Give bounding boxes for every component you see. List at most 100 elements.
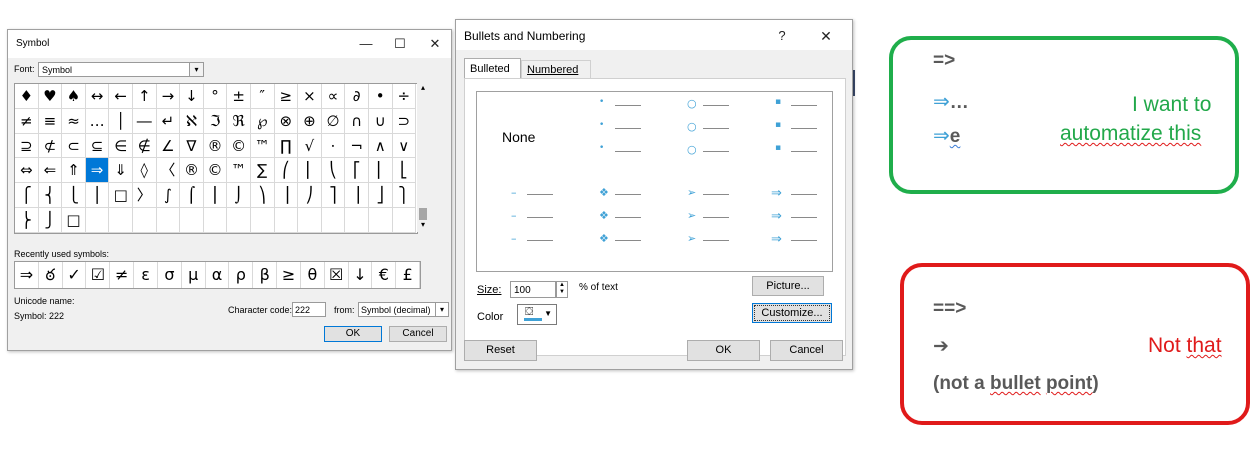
bullet-option-double-arrow[interactable]: ⇒ ⇒ ⇒ [741,181,829,269]
recent-symbol-cell[interactable]: ↓ [349,262,373,288]
bullets-ok-button[interactable]: OK [687,340,760,361]
symbol-cell[interactable]: ℜ [227,108,251,134]
symbol-cell[interactable] [85,207,110,233]
symbol-cell[interactable]: ℵ [180,108,204,134]
symbol-cell[interactable]: ⊄ [38,133,63,159]
bullet-option-dash[interactable]: – – – [477,181,565,269]
symbol-cell[interactable]: ♠ [62,84,86,109]
maximize-icon[interactable]: ☐ [386,34,414,54]
bullet-option-dot[interactable]: • • • [565,92,653,180]
symbol-cell[interactable]: ⌡ [227,183,251,208]
symbol-cell[interactable]: √ [298,133,322,159]
symbol-cell[interactable]: ± [227,84,251,109]
symbol-cell[interactable]: ℑ [203,108,228,134]
help-icon[interactable]: ? [768,26,796,46]
symbol-cell[interactable]: ― [132,108,157,134]
bullet-option-diamond[interactable]: ❖ ❖ ❖ [565,181,653,269]
symbol-cell[interactable]: ∨ [392,133,417,159]
color-picker-button[interactable]: ⛋ ▼ [517,304,557,325]
symbol-cell[interactable]: □ [62,207,86,233]
symbol-cell[interactable]: ⎭ [38,207,63,233]
scroll-thumb[interactable] [419,208,427,220]
symbol-cell[interactable]: ∪ [368,108,393,134]
symbol-cell[interactable]: ⊇ [15,133,39,159]
symbol-cell[interactable]: ® [180,158,204,184]
symbol-cell[interactable]: ⇓ [109,158,133,184]
symbol-cell[interactable]: ⎫ [392,183,417,208]
symbol-cell[interactable]: ∇ [180,133,204,159]
symbol-cell[interactable]: ∩ [345,108,369,134]
symbol-ok-button[interactable]: OK [324,326,382,342]
symbol-cell[interactable]: ∉ [132,133,157,159]
recent-symbol-cell[interactable]: ≠ [110,262,135,288]
symbol-grid-scrollbar[interactable]: ▴ ▾ [417,83,429,232]
reset-button[interactable]: Reset [464,340,537,361]
symbol-cell[interactable]: ◊ [132,158,157,184]
symbol-cell[interactable]: ⎛ [274,158,299,184]
symbol-cell[interactable]: ⎩ [62,183,86,208]
recent-symbol-cell[interactable]: θ [301,262,325,288]
symbol-cell[interactable] [392,207,417,233]
symbol-cell[interactable]: ↓ [180,84,204,109]
symbol-cell[interactable]: → [156,84,181,109]
symbol-cell[interactable]: ∝ [321,84,346,109]
symbol-cell[interactable]: ≡ [38,108,63,134]
symbol-cell[interactable]: │ [109,108,133,134]
symbol-cell[interactable] [109,207,133,233]
symbol-cell[interactable]: ⎬ [15,207,39,233]
recent-symbol-cell[interactable]: μ [182,262,206,288]
recent-symbol-cell[interactable]: £ [396,262,421,288]
recent-symbol-cell[interactable]: ఠ [39,262,63,288]
symbol-cell[interactable]: ∧ [368,133,393,159]
symbol-cell[interactable]: ⊂ [62,133,86,159]
symbol-cell[interactable]: ⎟ [274,183,299,208]
symbol-cell[interactable]: ⇔ [15,158,39,184]
symbol-cell[interactable]: ⇒ [85,158,110,184]
symbol-cell[interactable] [227,207,251,233]
symbol-cell[interactable]: ← [109,84,133,109]
symbol-cell[interactable] [250,207,275,233]
symbol-cell[interactable]: ∑ [250,158,275,184]
symbol-cell[interactable]: ⊕ [298,108,322,134]
symbol-cell[interactable]: ∫ [156,183,181,208]
symbol-cell[interactable]: ≥ [274,84,299,109]
bullet-option-circle[interactable]: ○ ○ ○ [653,92,741,180]
symbol-cell[interactable]: ∂ [345,84,369,109]
symbol-cell[interactable]: ⌠ [180,183,204,208]
symbol-cell[interactable]: ⎝ [321,158,346,184]
symbol-cell[interactable]: ⊆ [85,133,110,159]
bullet-option-none[interactable]: None [477,92,565,180]
character-code-input[interactable]: 222 [292,302,326,317]
symbol-cell[interactable]: ÷ [392,84,417,109]
symbol-cell[interactable]: ⎠ [298,183,322,208]
symbol-cell[interactable]: 〈 [156,158,181,184]
bullet-option-arrowhead[interactable]: ➢ ➢ ➢ [653,181,741,269]
recent-symbol-cell[interactable]: ε [134,262,158,288]
symbol-cell[interactable]: © [227,133,251,159]
symbol-cell[interactable]: © [203,158,228,184]
symbol-cell[interactable]: ⇐ [38,158,63,184]
minimize-icon[interactable]: — [352,34,380,54]
symbol-cell[interactable]: ∠ [156,133,181,159]
symbol-cell[interactable] [203,207,228,233]
symbol-cell[interactable] [274,207,299,233]
symbol-cell[interactable]: ¬ [345,133,369,159]
recent-symbol-cell[interactable]: σ [158,262,182,288]
symbol-cell[interactable]: ⋅ [321,133,346,159]
symbol-cell[interactable]: ↵ [156,108,181,134]
recent-symbol-cell[interactable]: ≥ [277,262,301,288]
symbol-cell[interactable] [298,207,322,233]
symbol-cell[interactable]: ⊗ [274,108,299,134]
symbol-cell[interactable]: ° [203,84,228,109]
symbol-cell[interactable]: … [85,108,110,134]
symbol-cell[interactable]: ⇑ [62,158,86,184]
symbol-cell[interactable]: ⎮ [203,183,228,208]
symbol-cell[interactable]: ∅ [321,108,346,134]
symbol-cell[interactable]: ∏ [274,133,299,159]
symbol-cell[interactable]: ⎪ [85,183,110,208]
picture-button[interactable]: Picture... [752,276,824,296]
symbol-cell[interactable]: ™ [250,133,275,159]
symbol-cell[interactable]: ″ [250,84,275,109]
symbol-cell[interactable]: ♦ [15,84,39,109]
symbol-cell[interactable]: ⎜ [298,158,322,184]
